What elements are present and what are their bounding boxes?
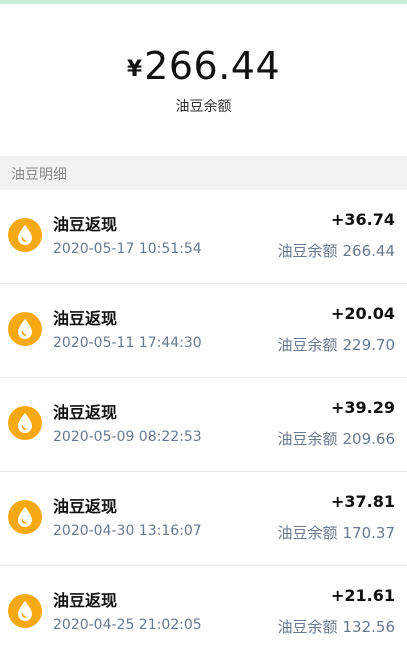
balance-after-label: 油豆余额 bbox=[277, 336, 338, 354]
transaction-row[interactable]: 油豆返现 2020-05-17 10:51:54 +36.74 油豆余额 266.… bbox=[0, 190, 407, 284]
transaction-time: 2020-04-30 13:16:07 bbox=[53, 523, 202, 539]
balance-header: ¥266.44 油豆余额 bbox=[0, 4, 407, 156]
transaction-row[interactable]: 油豆返现 2020-04-25 21:02:05 +21.61 油豆余额 132.… bbox=[0, 566, 407, 659]
balance-after: 油豆余额 229.70 bbox=[277, 334, 395, 355]
coin-drop-icon bbox=[8, 500, 42, 534]
balance-after-label: 油豆余额 bbox=[277, 242, 338, 260]
coin-drop-icon bbox=[8, 312, 42, 346]
balance-after: 油豆余额 132.56 bbox=[277, 616, 395, 637]
transaction-title: 油豆返现 bbox=[53, 309, 118, 328]
balance-after-value: 132.56 bbox=[342, 618, 396, 636]
transaction-list: 油豆返现 2020-05-17 10:51:54 +36.74 油豆余额 266.… bbox=[0, 190, 407, 659]
balance-value: 266.44 bbox=[144, 44, 281, 88]
balance-after-label: 油豆余额 bbox=[277, 618, 338, 636]
balance-after-label: 油豆余额 bbox=[277, 430, 338, 448]
transaction-amount: +20.04 bbox=[330, 304, 395, 323]
transaction-time: 2020-05-11 17:44:30 bbox=[53, 335, 202, 351]
transaction-amount: +39.29 bbox=[330, 398, 395, 417]
balance-after-value: 266.44 bbox=[342, 242, 396, 260]
transaction-row[interactable]: 油豆返现 2020-05-11 17:44:30 +20.04 油豆余额 229.… bbox=[0, 284, 407, 378]
coin-drop-icon bbox=[8, 218, 42, 252]
coin-drop-icon bbox=[8, 406, 42, 440]
balance-label: 油豆余额 bbox=[175, 99, 232, 115]
transaction-title: 油豆返现 bbox=[53, 591, 118, 610]
transaction-amount: +36.74 bbox=[330, 210, 395, 229]
transaction-row[interactable]: 油豆返现 2020-04-30 13:16:07 +37.81 油豆余额 170.… bbox=[0, 472, 407, 566]
transaction-time: 2020-04-25 21:02:05 bbox=[53, 617, 202, 633]
transaction-title: 油豆返现 bbox=[53, 215, 118, 234]
section-header: 油豆明细 bbox=[0, 156, 407, 190]
balance-after-value: 170.37 bbox=[342, 524, 396, 542]
transaction-title: 油豆返现 bbox=[53, 497, 118, 516]
transaction-amount: +21.61 bbox=[330, 586, 395, 605]
transaction-title: 油豆返现 bbox=[53, 403, 118, 422]
balance-amount: ¥266.44 bbox=[0, 44, 407, 88]
transaction-amount: +37.81 bbox=[330, 492, 395, 511]
currency-symbol: ¥ bbox=[126, 57, 143, 82]
transaction-time: 2020-05-09 08:22:53 bbox=[53, 429, 202, 445]
transaction-row[interactable]: 油豆返现 2020-05-09 08:22:53 +39.29 油豆余额 209.… bbox=[0, 378, 407, 472]
balance-after-value: 209.66 bbox=[342, 430, 396, 448]
transaction-time: 2020-05-17 10:51:54 bbox=[53, 241, 202, 257]
coin-drop-icon bbox=[8, 594, 42, 628]
balance-after-label: 油豆余额 bbox=[277, 524, 338, 542]
balance-after: 油豆余额 209.66 bbox=[277, 428, 395, 449]
balance-after: 油豆余额 170.37 bbox=[277, 522, 395, 543]
section-title: 油豆明细 bbox=[11, 167, 67, 183]
balance-after: 油豆余额 266.44 bbox=[277, 240, 395, 261]
balance-after-value: 229.70 bbox=[342, 336, 396, 354]
